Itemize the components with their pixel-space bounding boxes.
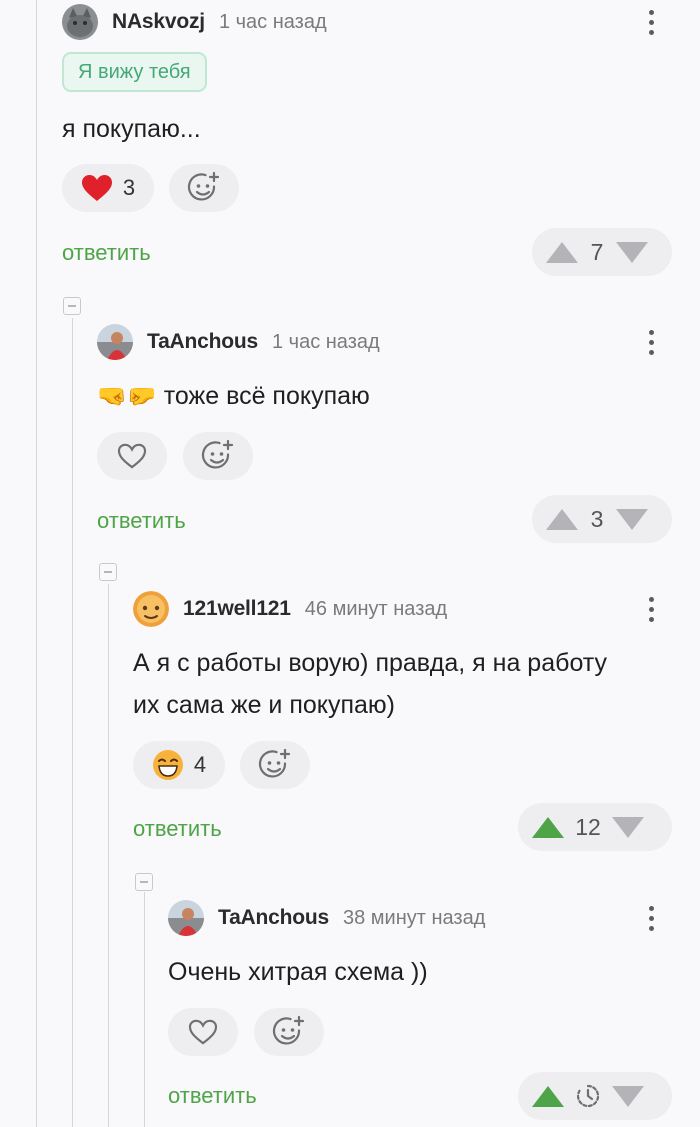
comment-header: 121well121 46 минут назад [133, 591, 447, 627]
avatar[interactable] [97, 324, 133, 360]
upvote-icon[interactable] [532, 1085, 564, 1107]
add-emoji-icon [201, 439, 234, 469]
username[interactable]: TaAnchous [147, 330, 258, 354]
username[interactable]: TaAnchous [218, 906, 329, 930]
vote-control: 3 [532, 495, 672, 543]
downvote-icon[interactable] [616, 508, 648, 530]
add-reaction-button[interactable] [254, 1008, 324, 1056]
vote-control [518, 1072, 672, 1120]
timestamp[interactable]: 46 минут назад [305, 598, 447, 621]
username[interactable]: 121well121 [183, 597, 291, 621]
vote-control: 7 [532, 228, 672, 276]
laughing-emoji-icon [152, 750, 183, 780]
add-reaction-button[interactable] [183, 432, 253, 480]
reply-link[interactable]: ответить [62, 240, 151, 266]
heart-icon [81, 175, 112, 201]
thread-line-level-3 [144, 892, 145, 1127]
comment-text: 🤜🤛 тоже всё покупаю [97, 382, 370, 410]
upvote-icon[interactable] [546, 508, 578, 530]
heart-outline-icon [188, 1019, 218, 1045]
collapse-thread-button[interactable] [99, 563, 117, 581]
thread-line-level-0 [36, 0, 37, 1127]
add-reaction-button[interactable] [169, 164, 239, 212]
comment-text-line: их сама же и покупаю) [133, 691, 396, 719]
downvote-icon[interactable] [612, 816, 644, 838]
reaction-count: 3 [122, 175, 136, 200]
collapse-thread-button[interactable] [135, 873, 153, 891]
username[interactable]: NAskvozj [112, 10, 205, 34]
upvote-icon[interactable] [532, 816, 564, 838]
like-reaction-button[interactable] [168, 1008, 238, 1056]
comment: 121well121 46 минут назад А я с работы в… [133, 587, 672, 857]
vote-control: 12 [518, 803, 672, 851]
add-emoji-icon [272, 1015, 305, 1045]
reply-link[interactable]: ответить [97, 508, 186, 534]
rating-count: 7 [590, 238, 604, 265]
add-emoji-icon [187, 171, 220, 201]
heart-outline-icon [117, 443, 147, 469]
laugh-reaction-button[interactable]: 4 [133, 741, 225, 789]
collapse-thread-button[interactable] [63, 297, 81, 315]
add-emoji-icon [258, 748, 291, 778]
reaction-count: 4 [193, 752, 207, 777]
comment: TaAnchous 38 минут назад Очень хитрая сх… [168, 896, 672, 1127]
comment-text: я покупаю... [62, 115, 201, 143]
reply-link[interactable]: ответить [168, 1083, 257, 1109]
rating-count: 12 [575, 813, 601, 840]
thread-line-level-1 [72, 318, 73, 1127]
timestamp[interactable]: 1 час назад [272, 331, 380, 354]
reply-link[interactable]: ответить [133, 816, 222, 842]
comment-header: TaAnchous 38 минут назад [168, 900, 485, 936]
add-reaction-button[interactable] [240, 741, 310, 789]
avatar[interactable] [133, 591, 169, 627]
more-options-icon[interactable] [641, 324, 661, 360]
pending-timer-icon [576, 1084, 600, 1108]
more-options-icon[interactable] [641, 591, 661, 627]
timestamp[interactable]: 1 час назад [219, 11, 327, 34]
user-note-badge[interactable]: Я вижу тебя [62, 52, 207, 92]
comment: TaAnchous 1 час назад 🤜🤛 тоже всё покупа… [97, 320, 672, 550]
heart-reaction-button[interactable]: 3 [62, 164, 154, 212]
avatar[interactable] [62, 4, 98, 40]
downvote-icon[interactable] [616, 241, 648, 263]
comment-text: Очень хитрая схема )) [168, 958, 428, 986]
upvote-icon[interactable] [546, 241, 578, 263]
more-options-icon[interactable] [641, 4, 661, 40]
comment-header: NAskvozj 1 час назад [62, 4, 327, 40]
rating-count: 3 [590, 505, 604, 532]
downvote-icon[interactable] [612, 1085, 644, 1107]
comment-header: TaAnchous 1 час назад [97, 324, 380, 360]
like-reaction-button[interactable] [97, 432, 167, 480]
avatar[interactable] [168, 900, 204, 936]
comment-text-line: А я с работы ворую) правда, я на работу [133, 649, 608, 677]
comment: NAskvozj 1 час назад Я вижу тебя я покуп… [62, 0, 672, 290]
rating-pending [564, 1083, 612, 1109]
fist-bump-emoji: 🤜🤛 [97, 383, 157, 410]
timestamp[interactable]: 38 минут назад [343, 907, 485, 930]
more-options-icon[interactable] [641, 900, 661, 936]
thread-line-level-2 [108, 584, 109, 1127]
